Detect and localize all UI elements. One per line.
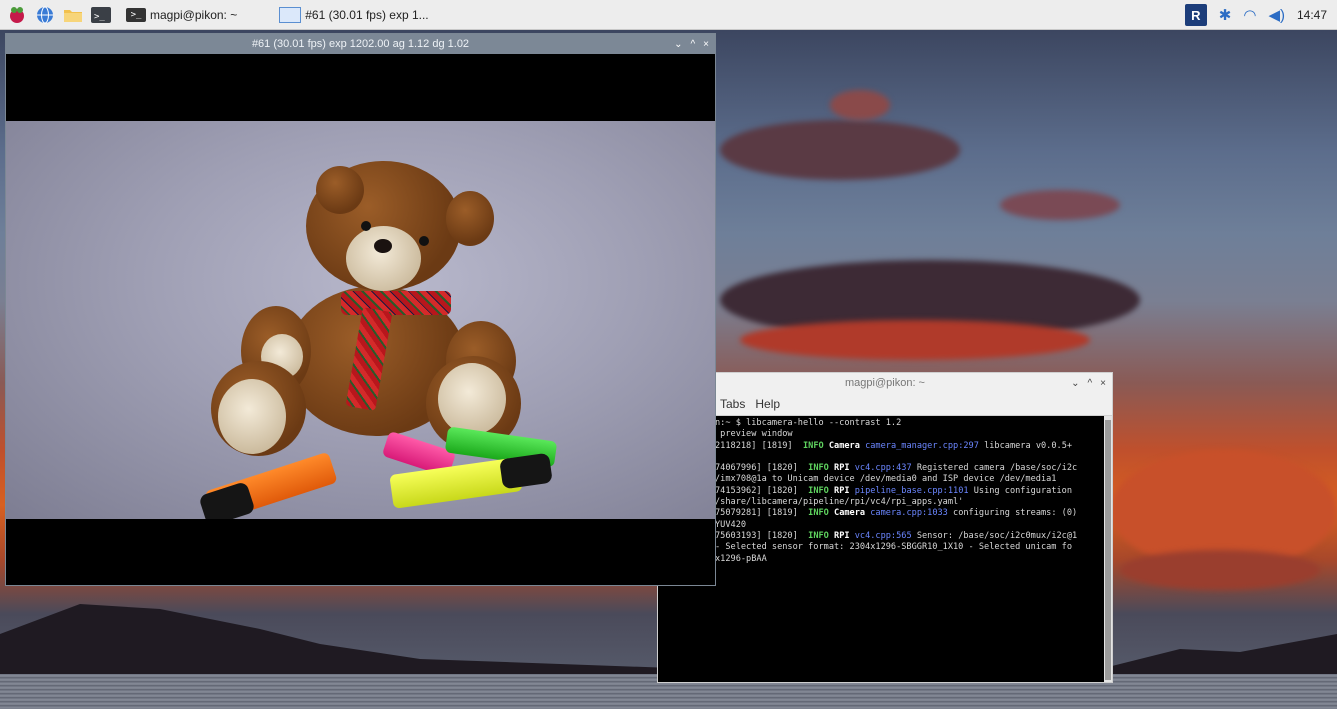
terminal-output[interactable]: n:~ $ libcamera-hello --contrast 1.2 pre…: [658, 416, 1104, 682]
close-icon[interactable]: ×: [1100, 378, 1106, 389]
terminal-line: 75603193] [1820] INFO RPI vc4.cpp:565 Se…: [715, 530, 1078, 541]
camera-title: #61 (30.01 fps) exp 1202.00 ag 1.12 dg 1…: [251, 38, 470, 50]
maximize-icon[interactable]: ^: [690, 39, 695, 50]
terminal-line: /share/libcamera/pipeline/rpi/vc4/rpi_ap…: [715, 497, 964, 508]
yellow-highlighter-cap: [499, 452, 553, 490]
terminal-menubar: Tabs Help: [658, 393, 1112, 416]
task-camera-label: #61 (30.01 fps) exp 1...: [305, 7, 429, 22]
orange-highlighter-cap: [198, 481, 256, 519]
bear-bow-tie: [341, 291, 451, 315]
bluetooth-icon[interactable]: ✱: [1219, 6, 1232, 24]
terminal-line: x1296-pBAA: [715, 553, 767, 564]
volume-icon[interactable]: ◀): [1268, 6, 1285, 24]
terminal-titlebar[interactable]: magpi@pikon: ~ ⌄ ^ ×: [658, 373, 1112, 393]
terminal-icon[interactable]: >_: [90, 4, 112, 26]
menu-help[interactable]: Help: [755, 397, 780, 411]
terminal-window[interactable]: magpi@pikon: ~ ⌄ ^ × Tabs Help n:~ $ lib…: [657, 372, 1113, 683]
terminal-line: 74067996] [1820] INFO RPI vc4.cpp:437 Re…: [715, 463, 1078, 474]
camera-titlebar[interactable]: #61 (30.01 fps) exp 1202.00 ag 1.12 dg 1…: [6, 34, 715, 54]
bear-nose: [374, 239, 392, 253]
task-terminal-label: magpi@pikon: ~: [150, 7, 238, 22]
raspberry-icon[interactable]: [6, 4, 28, 26]
task-terminal[interactable]: >_ magpi@pikon: ~: [120, 3, 243, 27]
terminal-line: n:~ $ libcamera-hello --contrast 1.2: [715, 418, 902, 428]
terminal-line: - Selected sensor format: 2304x1296-SBGG…: [715, 542, 1072, 553]
bear-ear-right: [446, 191, 494, 246]
globe-icon[interactable]: [34, 4, 56, 26]
maximize-icon[interactable]: ^: [1087, 378, 1092, 389]
camera-preview-window[interactable]: #61 (30.01 fps) exp 1202.00 ag 1.12 dg 1…: [5, 33, 716, 586]
terminal-line: 75079281] [1819] INFO Camera camera.cpp:…: [715, 508, 1078, 519]
terminal-line: /imx708@1a to Unicam device /dev/media0 …: [715, 474, 1057, 485]
taskbar: >_ >_ magpi@pikon: ~ #61 (30.01 fps) exp…: [0, 0, 1337, 30]
window-icon: [279, 6, 302, 23]
bear-foot-left: [218, 379, 286, 454]
folder-icon[interactable]: [62, 4, 84, 26]
terminal-line: preview window: [715, 429, 793, 440]
terminal-line: 74153962] [1820] INFO RPI pipeline_base.…: [715, 485, 1073, 496]
bear-foot-right: [438, 363, 506, 435]
system-tray: R ✱ ◠ ◀) 14:47: [1184, 0, 1327, 30]
terminal-title: magpi@pikon: ~: [845, 377, 925, 389]
scrollbar-thumb[interactable]: [1105, 420, 1111, 680]
close-icon[interactable]: ×: [703, 39, 709, 50]
terminal-line: YUV420: [715, 519, 747, 530]
terminal-line: 2118218] [1819] INFO Camera camera_manag…: [715, 440, 1073, 451]
minimize-icon[interactable]: ⌄: [674, 39, 682, 50]
bear-eye-right: [419, 236, 429, 246]
bear-muzzle: [346, 226, 421, 291]
svg-text:>_: >_: [94, 12, 105, 22]
minimize-icon[interactable]: ⌄: [1071, 378, 1079, 389]
bear-ear-left: [316, 166, 364, 214]
task-camera-preview[interactable]: #61 (30.01 fps) exp 1...: [273, 3, 434, 27]
wifi-icon[interactable]: ◠: [1243, 6, 1256, 24]
clock[interactable]: 14:47: [1297, 8, 1327, 22]
camera-preview-image: [6, 121, 715, 519]
bear-eye-left: [361, 221, 371, 231]
menu-tabs[interactable]: Tabs: [720, 397, 745, 411]
vnc-icon[interactable]: R: [1184, 4, 1207, 26]
terminal-icon: >_: [126, 7, 146, 22]
terminal-scrollbar[interactable]: [1104, 416, 1112, 682]
